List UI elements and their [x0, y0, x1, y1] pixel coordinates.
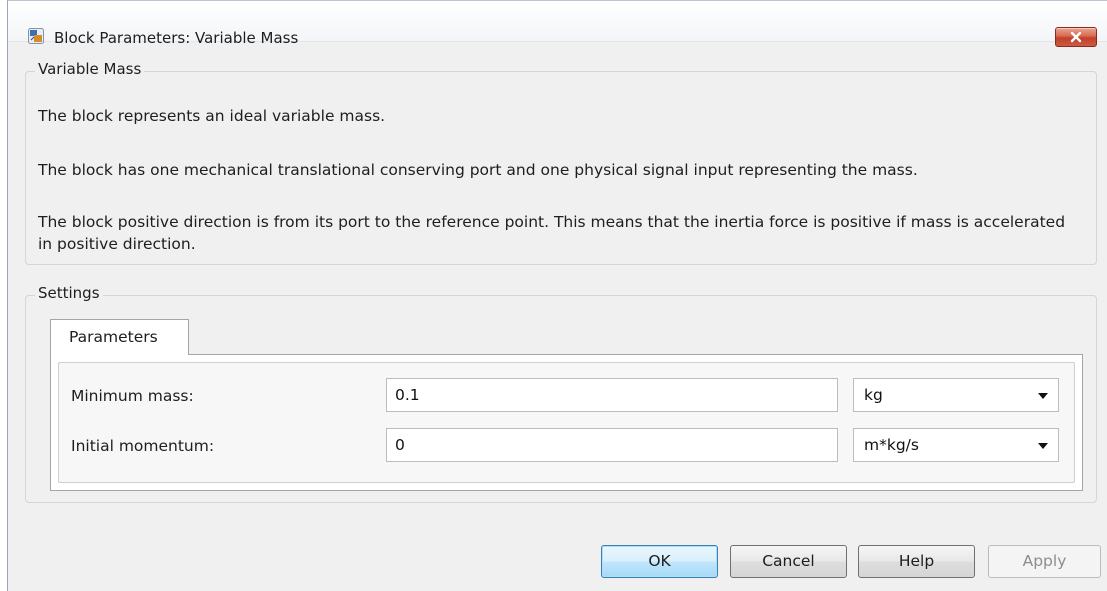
minimum-mass-unit-value: kg — [864, 386, 883, 404]
close-button[interactable] — [1055, 27, 1097, 47]
initial-momentum-unit-value: m*kg/s — [864, 436, 919, 454]
tab-parameters-label: Parameters — [69, 328, 158, 346]
dialog-window: Block Parameters: Variable Mass Variable… — [7, 0, 1107, 591]
help-button[interactable]: Help — [858, 545, 975, 578]
chevron-down-icon — [1038, 393, 1048, 399]
description-line-2: The block has one mechanical translation… — [38, 161, 918, 179]
initial-momentum-label: Initial momentum: — [71, 437, 215, 455]
title-bar[interactable]: Block Parameters: Variable Mass — [8, 1, 1107, 47]
description-line-1: The block represents an ideal variable m… — [38, 107, 386, 125]
minimum-mass-label: Minimum mass: — [71, 387, 194, 405]
chevron-down-icon — [1038, 443, 1048, 449]
minimum-mass-unit-select[interactable]: kg — [853, 378, 1059, 412]
simulink-block-icon — [28, 28, 44, 44]
initial-momentum-unit-select[interactable]: m*kg/s — [853, 428, 1059, 462]
tab-parameters[interactable]: Parameters — [50, 319, 189, 355]
settings-group-title: Settings — [35, 284, 103, 302]
cancel-button[interactable]: Cancel — [730, 545, 847, 578]
description-group-title: Variable Mass — [35, 60, 145, 78]
description-line-3: The block positive direction is from its… — [38, 213, 1066, 253]
ok-button[interactable]: OK — [601, 545, 718, 578]
initial-momentum-field[interactable] — [386, 428, 838, 462]
apply-button[interactable]: Apply — [988, 545, 1101, 578]
close-icon — [1070, 31, 1082, 43]
window-title: Block Parameters: Variable Mass — [54, 29, 299, 47]
minimum-mass-field[interactable] — [386, 378, 838, 412]
